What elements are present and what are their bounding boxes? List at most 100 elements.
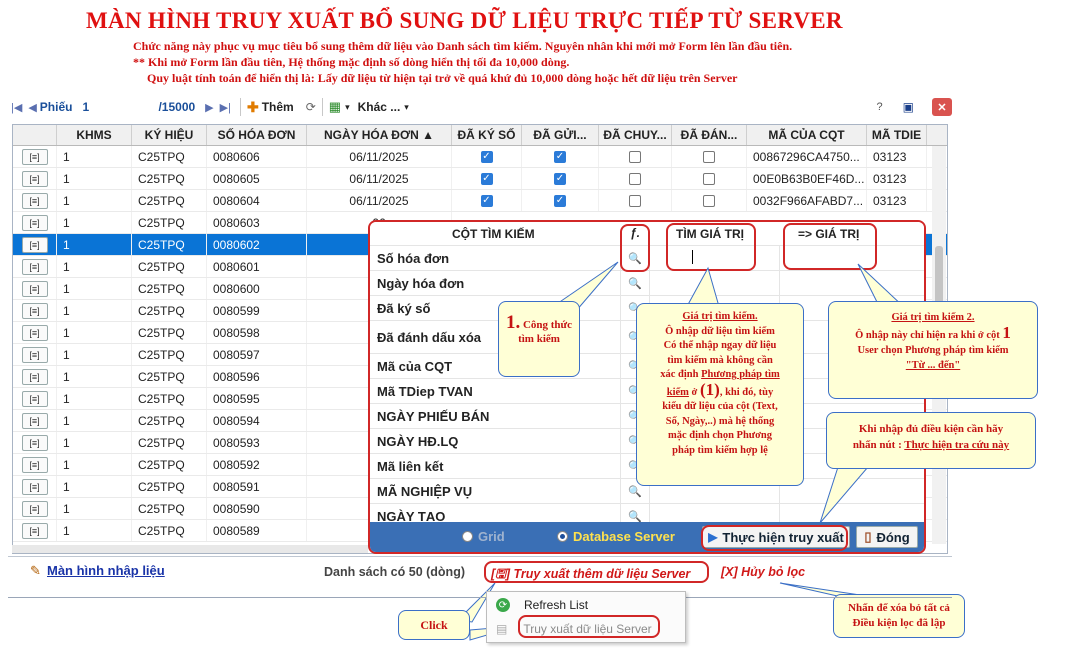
- entry-screen-link[interactable]: Màn hình nhập liệu: [47, 563, 165, 578]
- cell-khms: 1: [57, 168, 132, 189]
- cell-khms: 1: [57, 234, 132, 255]
- close-popup-button[interactable]: ▯ Đóng: [856, 526, 918, 548]
- highlight-execute: [701, 525, 848, 551]
- table-row[interactable]: [≡] 1 C25TPQ 0080605 06/11/2025 ✓ ✓ 00E0…: [13, 168, 947, 190]
- callout-number: 1: [1002, 323, 1011, 342]
- cell-khms: 1: [57, 146, 132, 167]
- row-detail-button[interactable]: [≡]: [21, 412, 48, 429]
- row-detail-button[interactable]: [≡]: [21, 390, 48, 407]
- callout-line: Ô nhập dữ liệu tìm kiếm: [665, 325, 775, 337]
- checkbox-unchecked[interactable]: [629, 150, 641, 163]
- column-header-da-chuyen[interactable]: ĐÃ CHUY...: [599, 125, 672, 145]
- highlight-fx-column: [620, 224, 650, 272]
- row-detail-button[interactable]: [≡]: [21, 148, 48, 165]
- cancel-filter-link[interactable]: [X] Hủy bỏ lọc: [721, 565, 805, 579]
- checkbox-unchecked[interactable]: [703, 172, 715, 185]
- horizontal-scrollbar[interactable]: [12, 545, 368, 553]
- field-label: MÃ NGHIỆP VỤ: [377, 484, 473, 499]
- callout-search-value: Giá trị tìm kiếm. Ô nhập dữ liệu tìm kiế…: [636, 303, 804, 486]
- row-detail-button[interactable]: [≡]: [21, 170, 48, 187]
- row-detail-button[interactable]: [≡]: [21, 456, 48, 473]
- checkbox-checked[interactable]: ✓: [554, 194, 566, 207]
- row-detail-button[interactable]: [≡]: [21, 258, 48, 275]
- page-input[interactable]: 1: [80, 98, 158, 116]
- checkbox-unchecked[interactable]: [703, 150, 715, 163]
- cell-khms: 1: [57, 476, 132, 497]
- close-icon[interactable]: ✕: [932, 98, 952, 116]
- first-page-icon[interactable]: |◀: [11, 101, 22, 114]
- row-detail-button[interactable]: [≡]: [21, 434, 48, 451]
- row-detail-button[interactable]: [≡]: [21, 324, 48, 341]
- help-icon[interactable]: ?: [877, 101, 883, 113]
- search-method-icon[interactable]: 🔍: [620, 271, 650, 295]
- chevron-down-icon[interactable]: ▾: [345, 102, 350, 113]
- column-header-khms[interactable]: KHMS: [57, 125, 132, 145]
- cell-so-hoa-don: 0080593: [207, 432, 307, 453]
- column-header-ky-hieu[interactable]: KÝ HIỆU: [132, 125, 207, 145]
- other-button[interactable]: Khác ...: [358, 100, 401, 114]
- add-icon[interactable]: ✚: [247, 99, 259, 116]
- menu-item-refresh[interactable]: ⟳ Refresh List: [487, 594, 685, 616]
- radio-grid[interactable]: [462, 531, 473, 542]
- table-row[interactable]: [≡] 1 C25TPQ 0080604 06/11/2025 ✓ ✓ 0032…: [13, 190, 947, 212]
- cell-ky-hieu: C25TPQ: [132, 300, 207, 321]
- edit-icon: ✎: [30, 563, 41, 578]
- row-detail-button[interactable]: [≡]: [21, 368, 48, 385]
- checkbox-unchecked[interactable]: [629, 194, 641, 207]
- cell-ky-hieu: C25TPQ: [132, 322, 207, 343]
- highlight-menu-item: [518, 615, 660, 638]
- column-header-ma-tdiep[interactable]: MÃ TDIE: [867, 125, 927, 145]
- field-label: NGÀY HĐ.LQ: [377, 434, 459, 449]
- prev-page-icon[interactable]: ◀: [28, 101, 36, 114]
- row-detail-button[interactable]: [≡]: [21, 478, 48, 495]
- row-detail-button[interactable]: [≡]: [21, 280, 48, 297]
- column-header-da-ky-so[interactable]: ĐÃ KÝ SỐ: [452, 125, 522, 145]
- excel-icon[interactable]: ▦: [329, 99, 341, 115]
- callout-formula: 1. Công thức tìm kiếm: [498, 301, 580, 377]
- callout-link: "Từ ... đến": [905, 360, 961, 371]
- cell-so-hoa-don: 0080592: [207, 454, 307, 475]
- callout-number: (1): [700, 379, 720, 399]
- close-label: Đóng: [876, 529, 910, 545]
- radio-database[interactable]: [557, 531, 568, 542]
- checkbox-unchecked[interactable]: [629, 172, 641, 185]
- callout-line: Có thể nhập ngay dữ liệu: [663, 340, 777, 351]
- cell-khms: 1: [57, 454, 132, 475]
- scrollbar-thumb[interactable]: [935, 246, 943, 306]
- callout-line: xác định: [660, 369, 702, 380]
- refresh-icon: ⟳: [496, 598, 510, 612]
- last-page-icon[interactable]: ▶|: [220, 101, 231, 114]
- column-header-da-gui[interactable]: ĐÃ GỬI...: [522, 125, 599, 145]
- refresh-icon[interactable]: ⟳: [306, 100, 316, 114]
- column-header-da-danh[interactable]: ĐÃ ĐÁN...: [672, 125, 747, 145]
- next-page-icon[interactable]: ▶: [205, 101, 213, 114]
- cell-ky-hieu: C25TPQ: [132, 168, 207, 189]
- cell-ky-hieu: C25TPQ: [132, 498, 207, 519]
- checkbox-unchecked[interactable]: [703, 194, 715, 207]
- chevron-down-icon[interactable]: ▾: [404, 102, 409, 113]
- field-label: Mã của CQT: [377, 359, 453, 374]
- row-detail-button[interactable]: [≡]: [21, 346, 48, 363]
- door-icon: ▯: [864, 529, 872, 544]
- checkbox-checked[interactable]: ✓: [554, 172, 566, 185]
- retrieve-more-link[interactable]: [🖫] Truy xuất thêm dữ liệu Server: [491, 565, 690, 586]
- popup-row[interactable]: Ngày hóa đơn 🔍: [370, 271, 924, 296]
- save-icon[interactable]: ▣: [903, 100, 914, 114]
- add-button[interactable]: Thêm: [262, 100, 294, 114]
- checkbox-checked[interactable]: ✓: [480, 194, 493, 207]
- row-detail-button[interactable]: [≡]: [21, 500, 48, 517]
- search-value-input[interactable]: [650, 271, 780, 295]
- row-detail-button[interactable]: [≡]: [21, 192, 48, 209]
- column-header-ngay-hoa-don[interactable]: NGÀY HÓA ĐƠN ▲: [307, 125, 452, 145]
- column-header-so-hoa-don[interactable]: SỐ HÓA ĐƠN: [207, 125, 307, 145]
- cell-ky-hieu: C25TPQ: [132, 278, 207, 299]
- row-detail-button[interactable]: [≡]: [21, 214, 48, 231]
- checkbox-checked[interactable]: ✓: [554, 150, 566, 163]
- checkbox-checked[interactable]: ✓: [480, 150, 493, 163]
- row-detail-button[interactable]: [≡]: [21, 302, 48, 319]
- row-detail-button[interactable]: [≡]: [21, 522, 48, 539]
- checkbox-checked[interactable]: ✓: [480, 172, 493, 185]
- row-detail-button[interactable]: [≡]: [21, 236, 48, 253]
- column-header-ma-cqt[interactable]: MÃ CỦA CQT: [747, 125, 867, 145]
- table-row[interactable]: [≡] 1 C25TPQ 0080606 06/11/2025 ✓ ✓ 0086…: [13, 146, 947, 168]
